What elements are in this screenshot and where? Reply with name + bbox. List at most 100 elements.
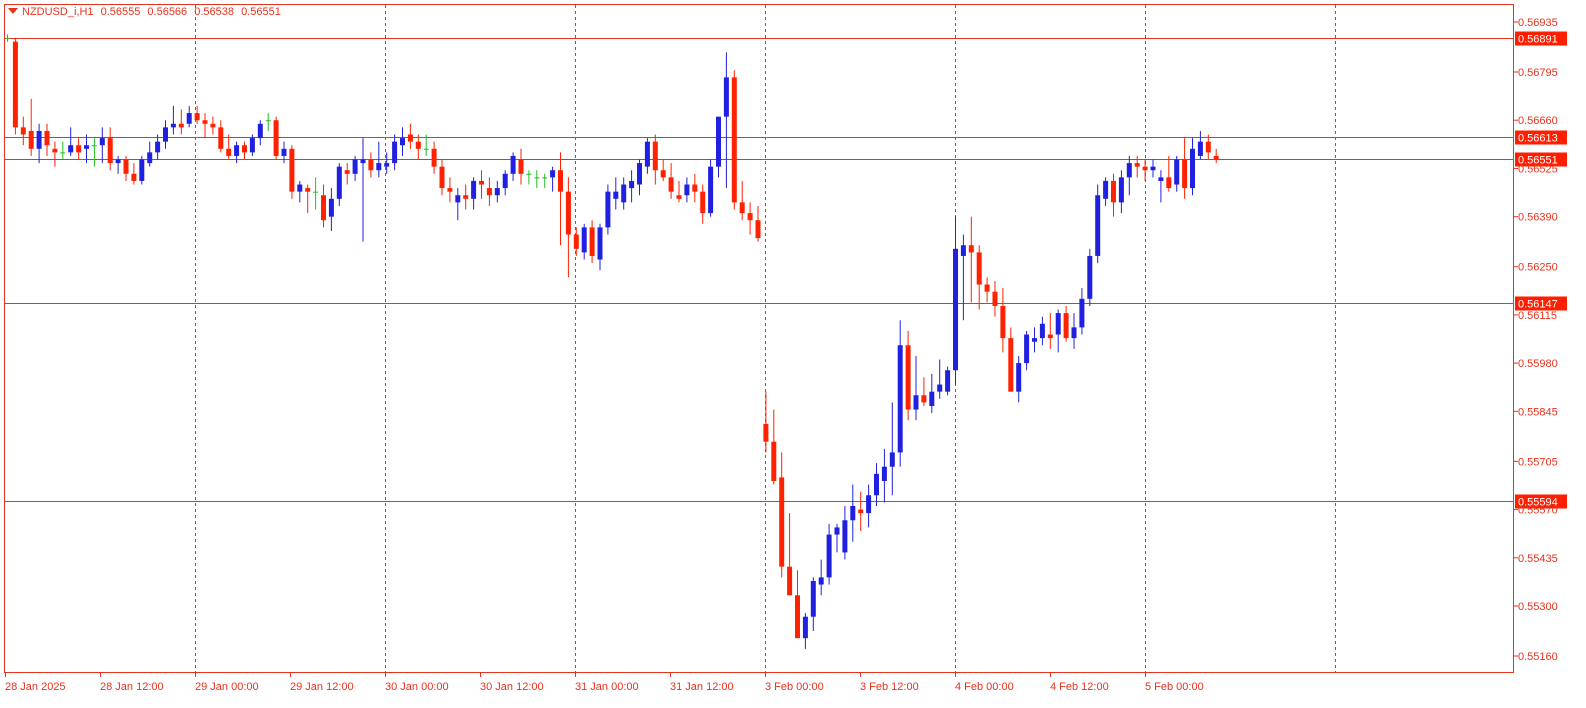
candle[interactable] <box>779 452 785 578</box>
candle[interactable] <box>455 188 461 221</box>
candle[interactable] <box>257 120 263 146</box>
candle[interactable] <box>328 188 334 231</box>
candle[interactable] <box>384 152 390 174</box>
candle[interactable] <box>992 280 998 317</box>
candle[interactable] <box>486 177 492 206</box>
candle[interactable] <box>795 570 800 639</box>
candle[interactable] <box>1174 155 1180 192</box>
candle[interactable] <box>226 134 232 160</box>
candle[interactable] <box>1158 170 1164 203</box>
candle[interactable] <box>44 123 50 156</box>
candle[interactable] <box>36 123 42 164</box>
candle[interactable] <box>755 205 761 242</box>
candle[interactable] <box>913 355 919 421</box>
candle[interactable] <box>5 34 10 42</box>
candle[interactable] <box>352 155 358 181</box>
candle[interactable] <box>84 134 89 164</box>
candle[interactable] <box>747 202 753 235</box>
candle[interactable] <box>518 148 524 185</box>
candle[interactable] <box>945 366 951 396</box>
candle[interactable] <box>558 152 563 246</box>
candle[interactable] <box>1039 316 1045 346</box>
candle[interactable] <box>1032 327 1037 353</box>
candle[interactable] <box>313 177 319 210</box>
candle[interactable] <box>392 134 398 171</box>
candle[interactable] <box>1000 288 1006 353</box>
candle[interactable] <box>739 180 745 221</box>
candle[interactable] <box>708 159 714 217</box>
candle[interactable] <box>1095 184 1101 264</box>
candle[interactable] <box>431 141 437 174</box>
candle[interactable] <box>810 577 816 631</box>
candle[interactable] <box>605 184 611 235</box>
candle[interactable] <box>297 180 303 203</box>
candle[interactable] <box>660 159 666 181</box>
candle[interactable] <box>850 484 856 542</box>
candle[interactable] <box>99 127 105 164</box>
candle[interactable] <box>1047 313 1053 349</box>
candle[interactable] <box>1213 148 1219 164</box>
candle[interactable] <box>107 127 113 171</box>
candle[interactable] <box>170 105 176 135</box>
candle[interactable] <box>526 170 532 185</box>
candle[interactable] <box>842 505 848 560</box>
candle[interactable] <box>447 177 453 203</box>
candle[interactable] <box>123 155 129 181</box>
candle[interactable] <box>589 220 595 264</box>
candle[interactable] <box>984 277 990 303</box>
candle[interactable] <box>1087 248 1093 306</box>
candle[interactable] <box>818 559 824 596</box>
candle[interactable] <box>510 152 516 181</box>
candle[interactable] <box>921 377 927 406</box>
candle[interactable] <box>155 134 161 160</box>
candle[interactable] <box>494 180 500 203</box>
candle[interactable] <box>1142 159 1148 181</box>
candle[interactable] <box>1182 138 1188 199</box>
candle[interactable] <box>28 98 34 156</box>
candle[interactable] <box>60 141 66 160</box>
candle[interactable] <box>471 177 477 210</box>
candle[interactable] <box>344 163 350 185</box>
candle[interactable] <box>866 484 872 528</box>
candle[interactable] <box>12 38 18 135</box>
candle[interactable] <box>91 138 97 167</box>
candle[interactable] <box>953 216 958 385</box>
candle[interactable] <box>1079 288 1085 335</box>
candle[interactable] <box>716 116 721 178</box>
candle[interactable] <box>723 52 729 189</box>
candle[interactable] <box>289 145 295 199</box>
candle[interactable] <box>178 109 184 135</box>
candle[interactable] <box>163 120 168 149</box>
candle[interactable] <box>929 373 935 414</box>
candle[interactable] <box>131 163 137 185</box>
candle[interactable] <box>1126 155 1132 196</box>
candle[interactable] <box>621 177 627 210</box>
candle[interactable] <box>597 223 603 271</box>
candle[interactable] <box>889 402 895 496</box>
candle[interactable] <box>218 120 224 153</box>
candle[interactable] <box>565 177 571 278</box>
candle[interactable] <box>644 138 650 174</box>
candle[interactable] <box>242 141 247 160</box>
candle[interactable] <box>629 170 635 203</box>
candle[interactable] <box>186 105 192 128</box>
candle[interactable] <box>881 448 887 503</box>
candle[interactable] <box>1071 313 1077 349</box>
candle[interactable] <box>463 184 469 210</box>
candle[interactable] <box>479 170 484 199</box>
candle[interactable] <box>771 409 777 485</box>
candle[interactable] <box>1055 309 1061 353</box>
candle[interactable] <box>550 166 556 192</box>
candle[interactable] <box>439 159 445 196</box>
candle[interactable] <box>368 152 374 178</box>
candle[interactable] <box>1111 173 1116 217</box>
candle[interactable] <box>700 184 706 224</box>
candle[interactable] <box>1103 177 1109 206</box>
candle[interactable] <box>534 170 540 189</box>
candle[interactable] <box>1150 159 1156 178</box>
candle[interactable] <box>1166 155 1172 192</box>
candle[interactable] <box>400 127 405 156</box>
candle[interactable] <box>1197 130 1203 160</box>
candle[interactable] <box>874 463 879 506</box>
candle[interactable] <box>905 330 911 421</box>
